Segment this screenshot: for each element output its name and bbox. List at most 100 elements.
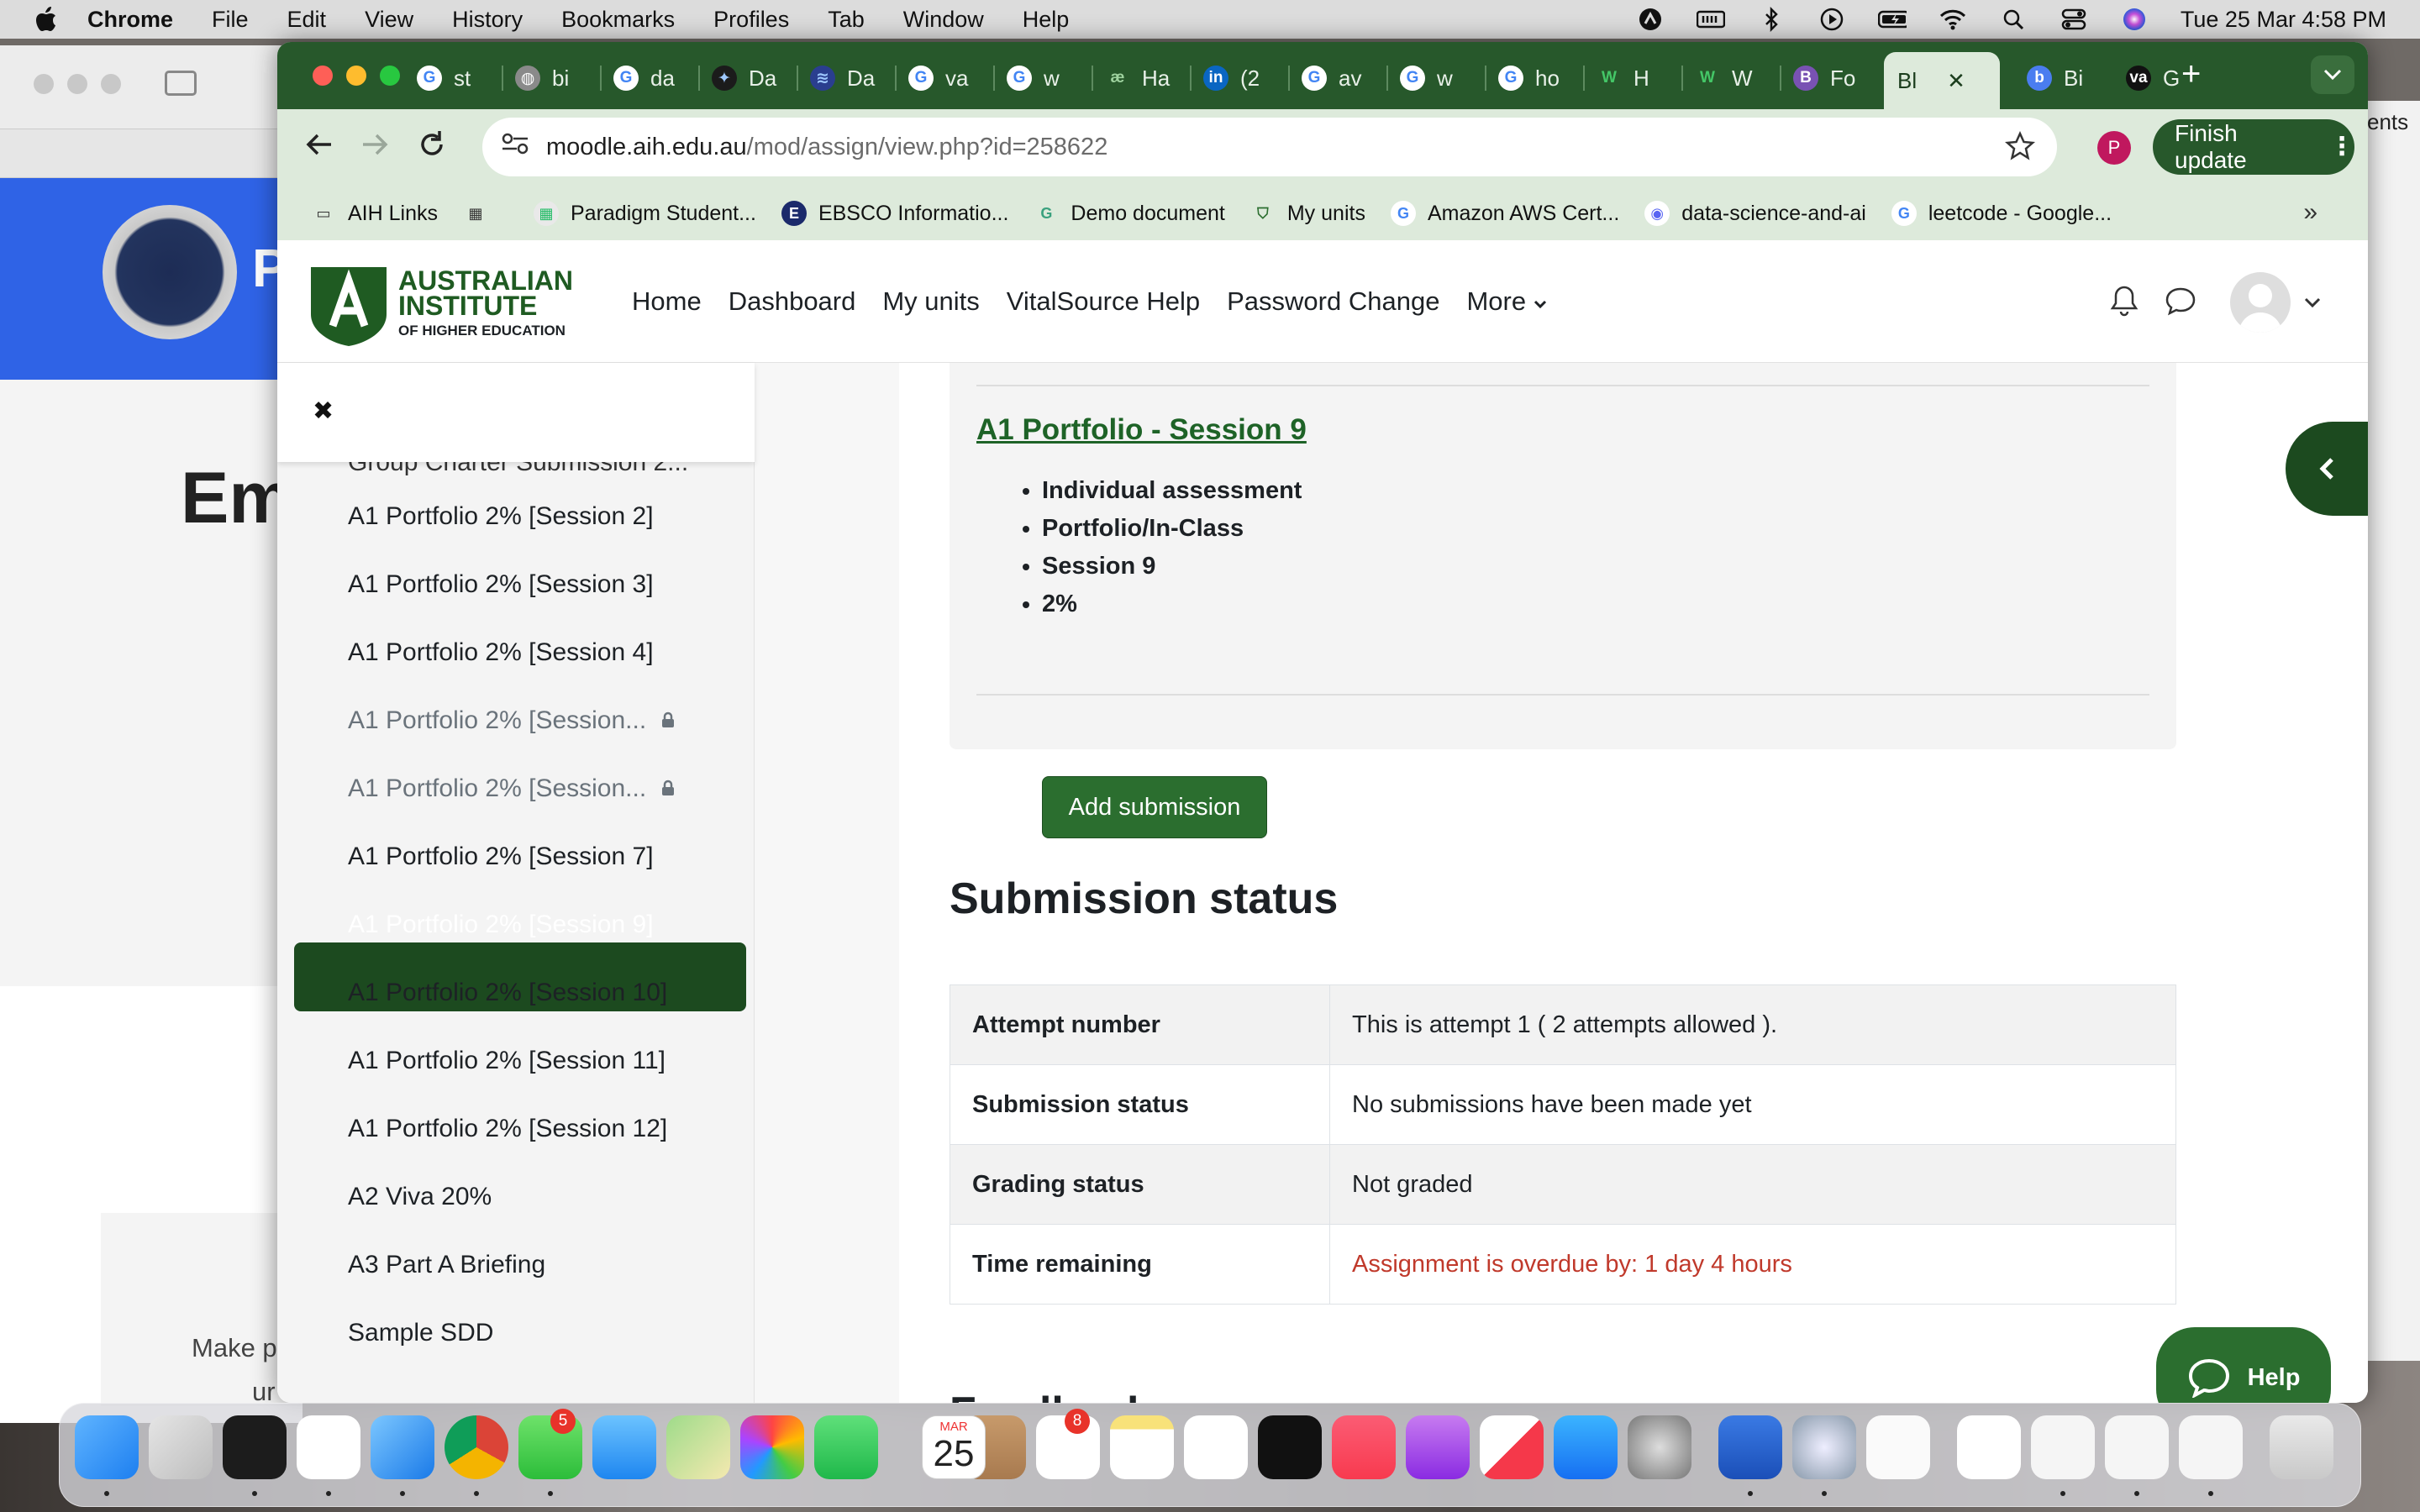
nav-my-units[interactable]: My units [882, 286, 979, 317]
menu-help[interactable]: Help [1023, 7, 1070, 33]
tab-3[interactable]: Gda [608, 57, 675, 99]
bookmark-item[interactable]: ⛉ My units [1250, 201, 1365, 226]
chrome-icon[interactable] [445, 1415, 508, 1479]
document-thumb-icon[interactable] [2179, 1415, 2243, 1479]
bluetooth-icon[interactable] [1757, 7, 1786, 32]
course-index-item[interactable]: A1 Portfolio 2% [Session... [348, 706, 675, 735]
tab-5[interactable]: ≋ Da [805, 57, 875, 99]
memory-status-icon[interactable] [1696, 8, 1725, 31]
wifi-icon[interactable] [1939, 8, 1967, 31]
terminal-icon[interactable] [223, 1415, 287, 1479]
activity-title-link[interactable]: A1 Portfolio - Session 9 [976, 413, 1307, 447]
safari-icon[interactable] [371, 1415, 434, 1479]
tab-search-button[interactable] [2311, 55, 2354, 94]
tab-11[interactable]: Gw [1395, 57, 1453, 99]
document-thumb-icon[interactable] [2031, 1415, 2095, 1479]
battery-icon[interactable] [1877, 8, 1907, 31]
aih-logo[interactable]: AUSTRALIAN INSTITUTE OF HIGHER EDUCATION [308, 264, 573, 348]
open-block-drawer-button[interactable] [2286, 422, 2368, 516]
bookmark-star-icon[interactable] [2004, 130, 2036, 168]
address-bar[interactable]: moodle.aih.edu.au /mod/assign/view.php?i… [482, 118, 2057, 176]
control-center-icon[interactable] [2060, 8, 2088, 31]
menubar-clock[interactable]: Tue 25 Mar 4:58 PM [2181, 7, 2386, 33]
profile-avatar[interactable]: P [2097, 131, 2131, 165]
textedit-icon[interactable] [1866, 1415, 1930, 1479]
apple-tv-icon[interactable] [1258, 1415, 1322, 1479]
finder-icon[interactable] [75, 1415, 139, 1479]
window-minimize-dot[interactable] [67, 74, 87, 94]
window-close-dot[interactable] [34, 74, 54, 94]
system-settings-icon[interactable] [1628, 1415, 1691, 1479]
close-drawer-icon[interactable]: ✖ [313, 396, 334, 426]
photos-icon[interactable] [740, 1415, 804, 1479]
menu-bookmarks[interactable]: Bookmarks [561, 7, 675, 33]
preferences-icon[interactable] [1792, 1415, 1856, 1479]
tab-active[interactable]: Bl ✕ [1884, 52, 2000, 109]
word-icon[interactable] [1718, 1415, 1782, 1479]
tab-4[interactable]: ✦ Da [707, 57, 776, 99]
tab-after-2[interactable]: va G [2121, 57, 2180, 99]
reload-icon[interactable] [415, 128, 449, 165]
notes-icon[interactable] [1110, 1415, 1174, 1479]
menu-tab[interactable]: Tab [828, 7, 865, 33]
add-submission-button[interactable]: Add submission [1042, 776, 1267, 838]
bookmark-item[interactable]: G Demo document [1034, 201, 1224, 226]
course-index-item[interactable]: A1 Portfolio 2% [Session 2] [348, 502, 654, 531]
spotlight-search-icon[interactable] [1999, 8, 2028, 31]
menu-file[interactable]: File [212, 7, 249, 33]
course-index-item[interactable]: A1 Portfolio 2% [Session 9] [348, 911, 654, 939]
tab-6[interactable]: Gva [903, 57, 968, 99]
tab-7[interactable]: Gw [1002, 57, 1060, 99]
tab-after-1[interactable]: b Bi [2022, 57, 2083, 99]
site-info-icon[interactable] [501, 131, 529, 163]
now-playing-icon[interactable] [1818, 8, 1846, 31]
bookmark-item[interactable]: E EBSCO Informatio... [781, 201, 1008, 226]
minimize-window-button[interactable] [346, 66, 366, 86]
close-window-button[interactable] [313, 66, 333, 86]
course-index-item[interactable]: A1 Portfolio 2% [Session 11] [348, 1047, 666, 1075]
tab-1[interactable]: Gst [412, 57, 471, 99]
maps-icon[interactable] [666, 1415, 730, 1479]
course-index-item[interactable]: A3 Part A Briefing [348, 1251, 545, 1279]
menu-edit[interactable]: Edit [287, 7, 327, 33]
launchpad-icon[interactable] [149, 1415, 213, 1479]
music-icon[interactable] [1332, 1415, 1396, 1479]
apple-icon[interactable] [34, 7, 59, 32]
documents-icon[interactable] [1957, 1415, 2021, 1479]
menu-app-name[interactable]: Chrome [87, 7, 173, 33]
more-bookmarks-icon[interactable]: » [2303, 198, 2317, 227]
sidebar-toggle-icon[interactable] [165, 71, 197, 96]
tab-12[interactable]: Gho [1493, 57, 1560, 99]
tab-close-icon[interactable]: ✕ [1947, 68, 1965, 94]
course-index-item[interactable]: A1 Portfolio 2% [Session 7] [348, 843, 654, 871]
tab-2[interactable]: ◍ bi [510, 57, 569, 99]
user-menu-chevron-icon[interactable] [2304, 297, 2321, 313]
bookmark-item[interactable]: ◉ data-science-and-ai [1644, 201, 1866, 226]
vscode-icon[interactable] [297, 1415, 360, 1479]
course-index-item[interactable]: A1 Portfolio 2% [Session 3] [348, 570, 654, 599]
app-store-icon[interactable] [1554, 1415, 1618, 1479]
menu-history[interactable]: History [452, 7, 523, 33]
kebab-menu-icon[interactable]: ⋮ [2329, 134, 2354, 160]
forward-arrow-icon[interactable] [358, 128, 392, 165]
new-tab-icon[interactable]: + [2181, 55, 2201, 93]
bookmark-item[interactable]: ▦ Paradigm Student... [533, 201, 756, 226]
menu-view[interactable]: View [365, 7, 413, 33]
zoom-window-button[interactable] [380, 66, 400, 86]
course-index-item[interactable]: A2 Viva 20% [348, 1183, 492, 1211]
bookmark-item[interactable]: G Amazon AWS Cert... [1390, 201, 1619, 226]
nav-password-change[interactable]: Password Change [1227, 286, 1439, 317]
bookmark-item[interactable]: ▭ AIH Links [311, 201, 438, 226]
vpn-status-icon[interactable] [1636, 8, 1665, 31]
back-arrow-icon[interactable] [302, 128, 336, 165]
nav-vitalsource-help[interactable]: VitalSource Help [1007, 286, 1200, 317]
finish-update-button[interactable]: Finish update ⋮ [2153, 119, 2354, 175]
calendar-app-icon[interactable]: MAR 25 [922, 1415, 986, 1479]
course-index-item[interactable]: A1 Portfolio 2% [Session 4] [348, 638, 654, 667]
tab-13[interactable]: WH [1591, 57, 1649, 99]
tab-8[interactable]: æ Ha [1100, 57, 1171, 99]
trash-icon[interactable] [2270, 1415, 2333, 1479]
help-button[interactable]: Help [2156, 1327, 2331, 1403]
bookmark-item[interactable]: ▦ [463, 201, 500, 226]
facetime-icon[interactable] [814, 1415, 878, 1479]
